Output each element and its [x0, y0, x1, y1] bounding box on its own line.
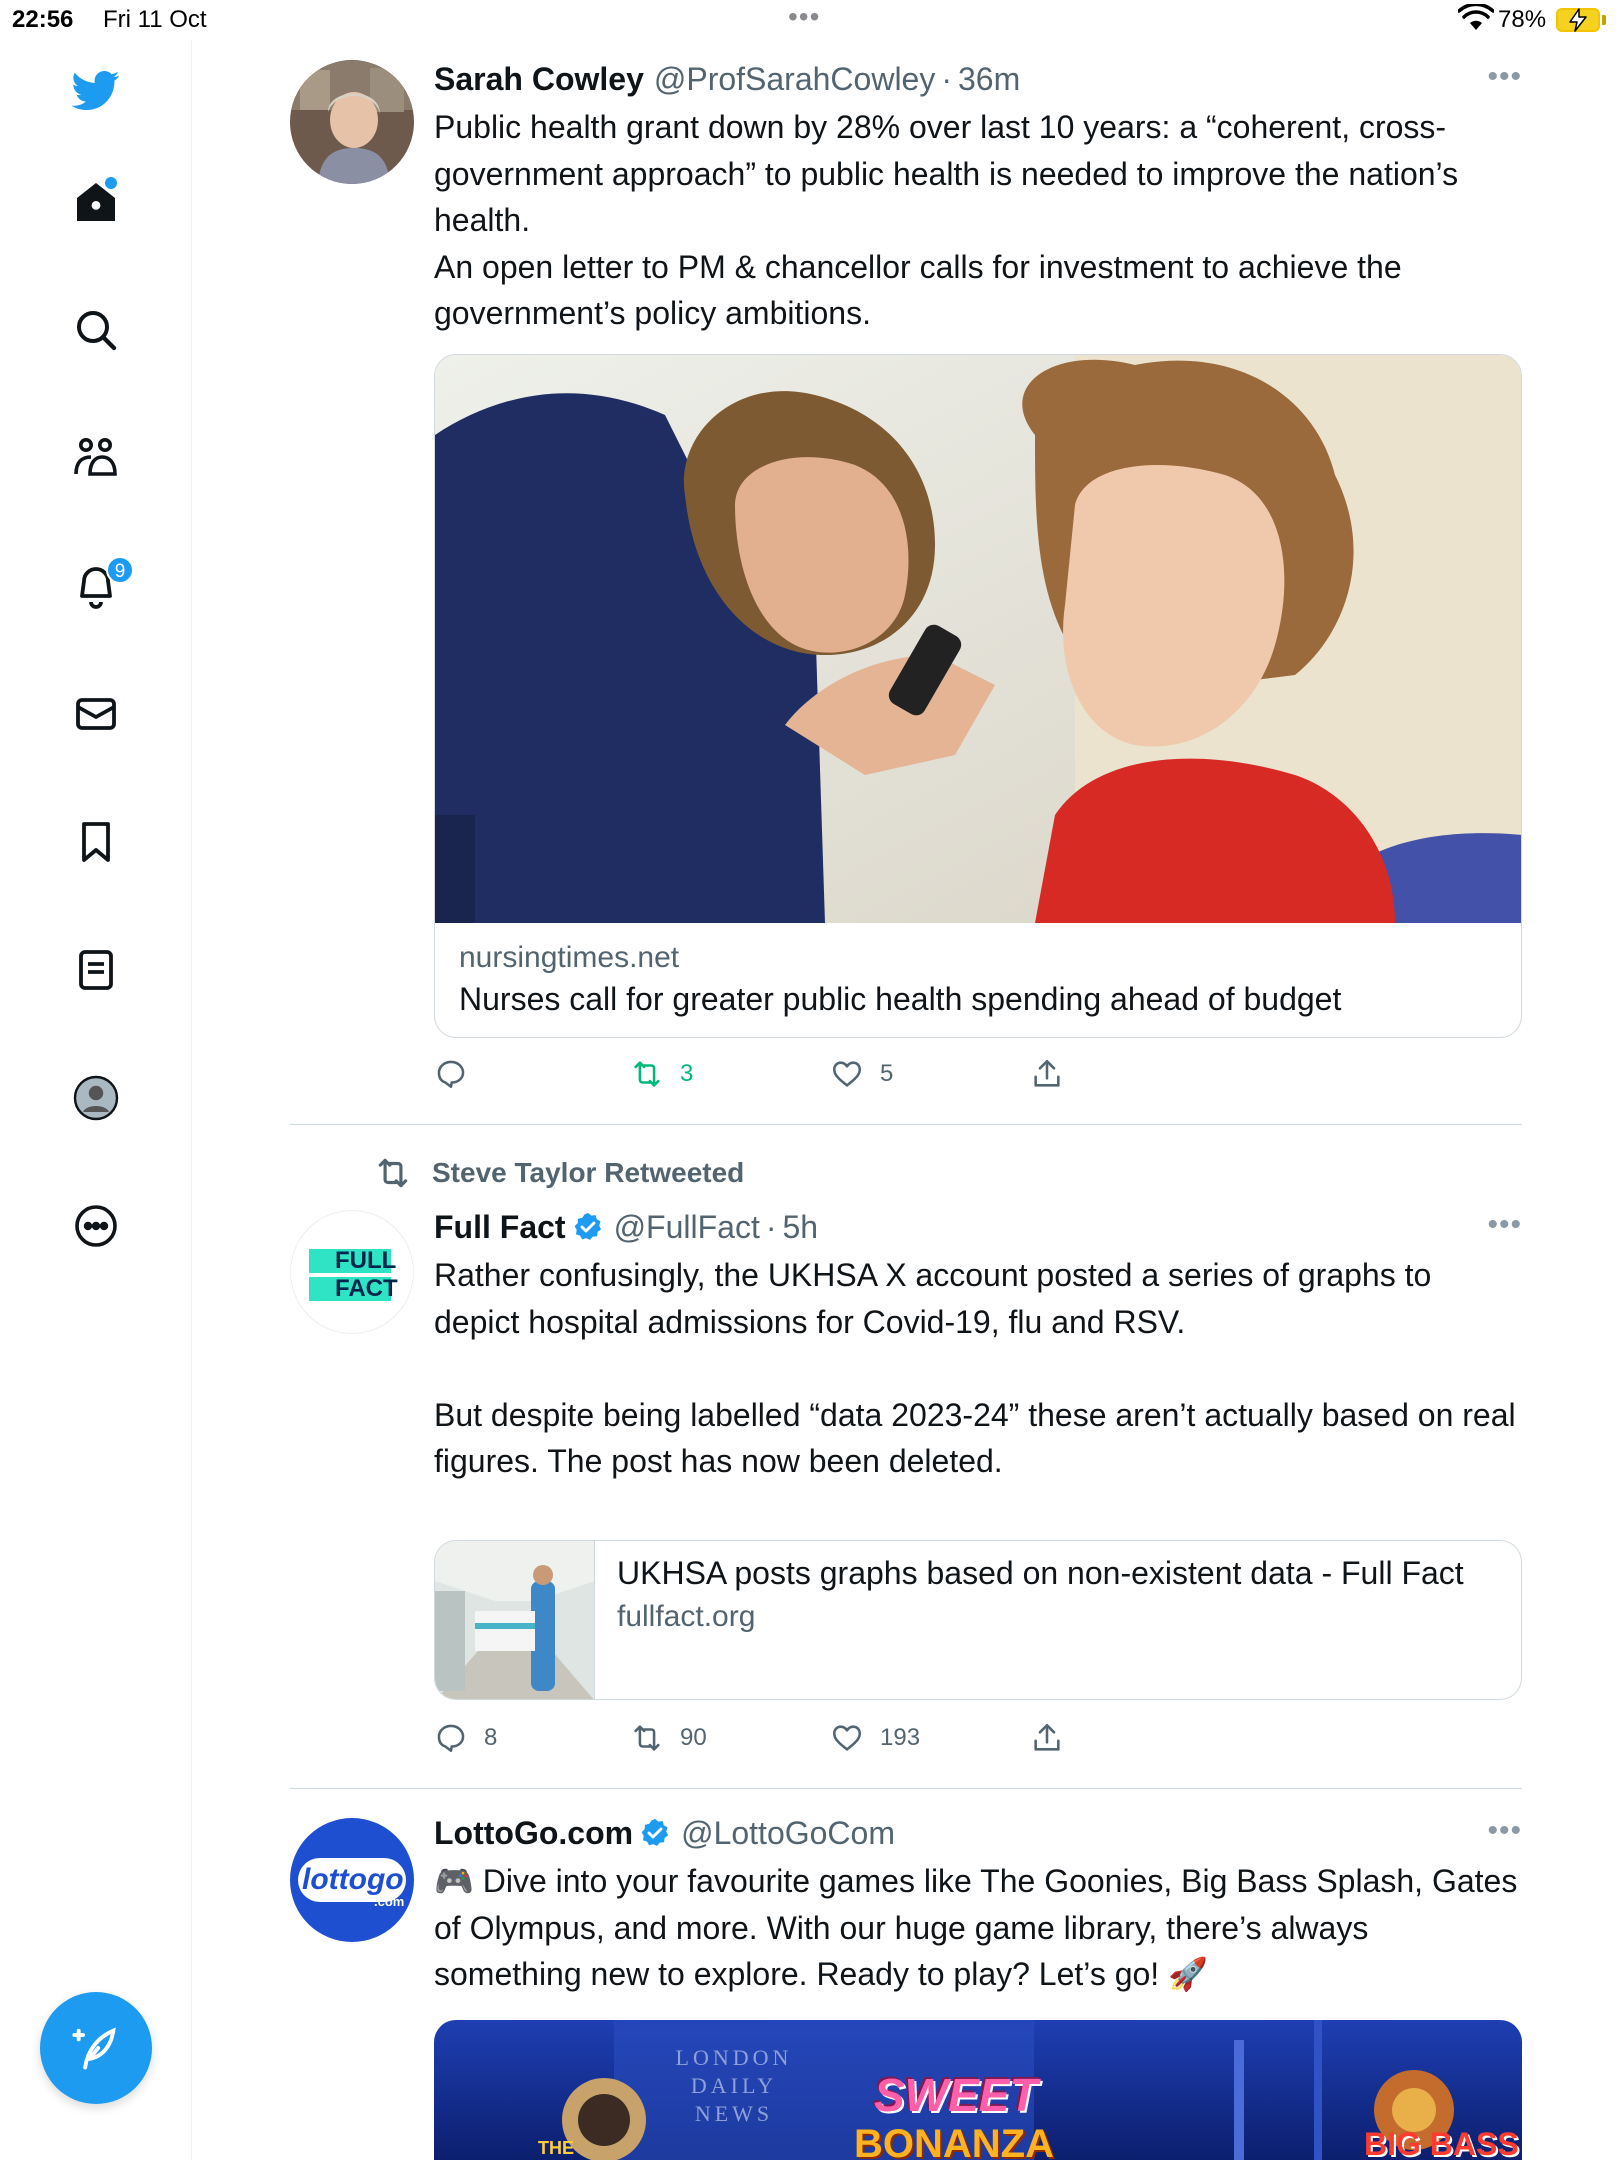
tweet-author-handle[interactable]: @FullFact: [614, 1209, 760, 1246]
tweet-actions: 3 5: [434, 1054, 1134, 1094]
home-icon[interactable]: [68, 174, 124, 230]
tweet-timestamp[interactable]: 36m: [958, 61, 1020, 98]
retweeted-by-text[interactable]: Steve Taylor Retweeted: [432, 1157, 744, 1189]
tweet-divider: [290, 1124, 1522, 1125]
verified-badge-icon: [641, 1819, 669, 1846]
card-domain: fullfact.org: [617, 1600, 756, 1633]
share-icon: [1034, 1059, 1060, 1087]
home-unread-dot: [105, 177, 117, 189]
share-button[interactable]: [1030, 1054, 1064, 1094]
reply-button[interactable]: 8: [434, 1718, 497, 1758]
more-circle-icon[interactable]: [68, 1198, 124, 1254]
tweet[interactable]: Steve Taylor Retweeted FULL FACT Full Fa…: [290, 1126, 1522, 1789]
full-fact-logo-line2: FACT: [335, 1275, 398, 1302]
battery-nub: [1602, 15, 1606, 25]
tweet-author-name[interactable]: Full Fact: [434, 1209, 566, 1246]
dot-separator: ·: [941, 60, 952, 97]
retweet-icon: [378, 1158, 408, 1188]
twitter-bird-icon[interactable]: [68, 62, 124, 118]
card-thumbnail-hospital-corridor: [435, 1541, 595, 1699]
retweet-icon: [634, 1725, 660, 1751]
retweeted-by-label: Steve Taylor Retweeted: [374, 1154, 744, 1192]
lottogo-avatar[interactable]: lottogo .com: [290, 1818, 414, 1942]
status-date: Fri 11 Oct: [103, 6, 207, 33]
tweet-text: Public health grant down by 28% over las…: [434, 109, 1459, 331]
lottogo-logo-suffix: .com: [374, 1894, 405, 1909]
sarah-cowley-avatar[interactable]: [290, 60, 414, 184]
reply-count: 8: [484, 1724, 498, 1751]
reply-icon: [437, 1060, 465, 1089]
bookmark-icon[interactable]: [68, 814, 124, 870]
card-title: UKHSA posts graphs based on non-existent…: [617, 1555, 1464, 1591]
tweet-more-options-icon[interactable]: •••: [1487, 1814, 1522, 1848]
messages-envelope-icon[interactable]: [68, 686, 124, 742]
card-title: Nurses call for greater public health sp…: [459, 981, 1342, 1017]
like-count: 193: [880, 1724, 921, 1751]
full-fact-avatar[interactable]: FULL FACT: [290, 1210, 414, 1334]
retweet-button[interactable]: 90: [630, 1718, 707, 1758]
wifi-icon: [1458, 4, 1494, 30]
tweet-text: Rather confusingly, the UKHSA X account …: [434, 1257, 1516, 1479]
tweet-more-options-icon[interactable]: •••: [1487, 60, 1522, 94]
share-button[interactable]: [1030, 1718, 1064, 1758]
promo-game-title-goonies: THE: [538, 2138, 574, 2158]
promo-game-title-bonanza: BONANZA: [854, 2122, 1054, 2160]
reply-button[interactable]: [434, 1054, 484, 1094]
reply-icon: [437, 1724, 465, 1753]
promo-sign-line2: DAILY: [690, 2073, 778, 2098]
heart-icon: [832, 1725, 862, 1751]
battery-percentage: 78%: [1498, 6, 1547, 33]
notification-count-badge: 9: [106, 556, 134, 584]
heart-icon: [832, 1061, 862, 1087]
link-preview-card[interactable]: nursingtimes.net Nurses call for greater…: [434, 354, 1522, 1038]
communities-icon[interactable]: [68, 430, 124, 486]
tweet-author-name[interactable]: LottoGo.com: [434, 1815, 633, 1852]
promo-sign-line1: LONDON: [675, 2045, 793, 2070]
retweet-button[interactable]: 3: [630, 1054, 693, 1094]
tweet-more-options-icon[interactable]: •••: [1487, 1208, 1522, 1242]
card-domain: nursingtimes.net: [459, 941, 680, 974]
promo-sign-text: LONDON DAILY NEWS: [654, 2044, 814, 2128]
promo-game-title-bigbass: BIG BASS: [1364, 2126, 1519, 2160]
sidebar-nav: 9: [0, 40, 192, 2160]
promo-game-title-sweet: SWEET: [874, 2069, 1038, 2121]
dot-separator: ·: [765, 1208, 777, 1245]
tweet-text: 🎮 Dive into your favourite games like Th…: [434, 1863, 1527, 1992]
like-button[interactable]: 5: [830, 1054, 893, 1094]
retweet-icon: [634, 1061, 660, 1087]
lottogo-logo-text: lottogo: [302, 1863, 404, 1896]
verified-badge-icon: [574, 1213, 601, 1240]
card-image-nurse-examining-child: [435, 355, 1521, 923]
tweet[interactable]: Sarah Cowley @ProfSarahCowley · 36m ••• …: [290, 40, 1522, 1126]
tweet-actions: 8 90 193: [434, 1718, 1134, 1758]
retweet-count: 3: [680, 1060, 694, 1087]
tweet-author-handle[interactable]: @ProfSarahCowley: [654, 61, 935, 98]
share-icon: [1034, 1723, 1060, 1751]
tweet-author-name[interactable]: Sarah Cowley: [434, 61, 644, 98]
full-fact-logo-line1: FULL: [335, 1247, 397, 1274]
compose-feather-icon: [72, 2027, 116, 2070]
promoted-media-image[interactable]: LONDON DAILY NEWS SWEET BONANZA BIG BASS…: [434, 2020, 1522, 2160]
multitasking-dots-icon[interactable]: •••: [788, 1, 820, 33]
like-button[interactable]: 193: [830, 1718, 920, 1758]
status-bar: 22:56 Fri 11 Oct ••• 78%: [0, 0, 1620, 40]
tweet[interactable]: lottogo .com LottoGo.com @LottoGoCom •••…: [290, 1788, 1522, 2160]
profile-avatar-icon[interactable]: [68, 1070, 124, 1126]
search-icon[interactable]: [68, 302, 124, 358]
status-time: 22:56: [12, 6, 74, 33]
retweet-count: 90: [680, 1724, 707, 1751]
promo-sign-line3: NEWS: [694, 2101, 774, 2126]
tweet-timestamp[interactable]: 5h: [783, 1209, 819, 1246]
charging-bolt-icon: [1569, 8, 1587, 32]
tweet-author-handle[interactable]: @LottoGoCom: [681, 1815, 895, 1852]
like-count: 5: [880, 1060, 894, 1087]
compose-tweet-button[interactable]: [40, 1992, 152, 2104]
link-preview-card[interactable]: UKHSA posts graphs based on non-existent…: [434, 1540, 1522, 1700]
notifications-bell-icon[interactable]: 9: [68, 556, 134, 614]
lists-icon[interactable]: [68, 942, 124, 998]
